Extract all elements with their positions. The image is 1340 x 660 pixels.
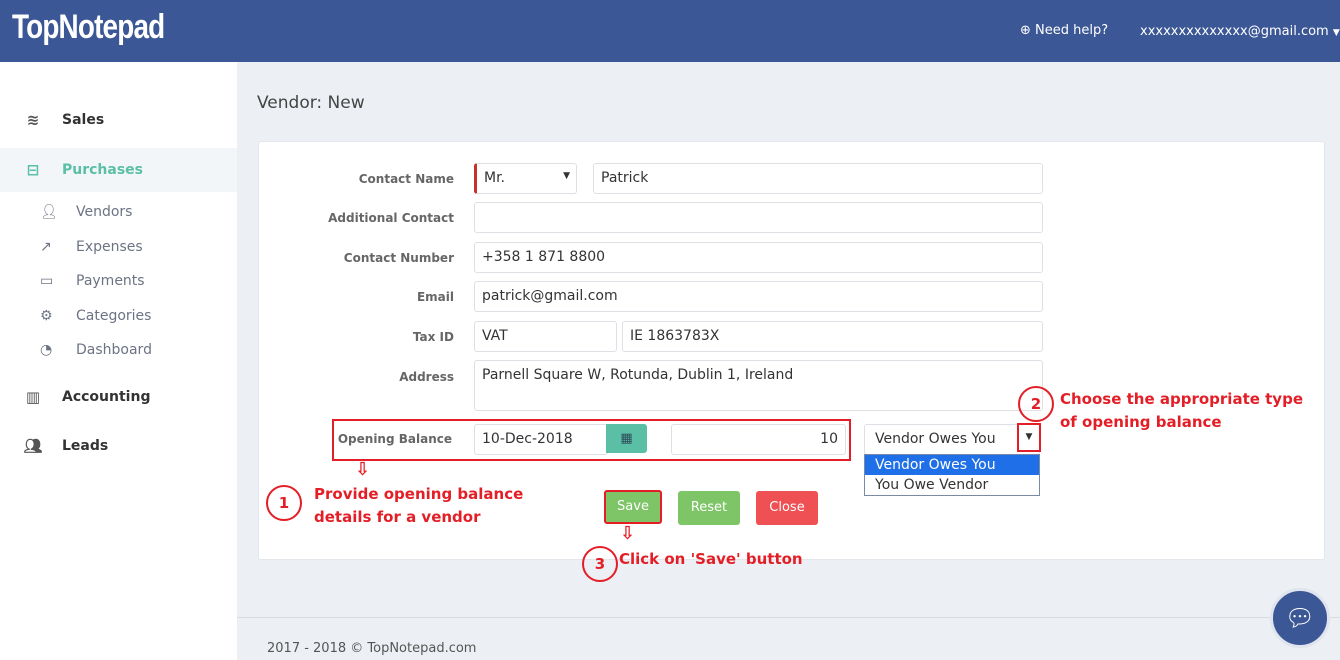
annotation-line: of opening balance [1060,413,1222,431]
nav-label: Expenses [76,239,143,255]
nav-label: Dashboard [76,342,152,358]
annotation-text-2: Choose the appropriate type of opening ba… [1060,388,1303,434]
annotation-text-3: Click on 'Save' button [619,550,803,568]
contact-name-input[interactable]: Patrick [593,163,1043,194]
user-icon: 👤︎ [40,204,58,220]
sidebar-item-purchases[interactable]: ⊟ Purchases [0,148,237,192]
option-you-owe-vendor[interactable]: You Owe Vendor [865,475,1039,495]
annotation-highlight-opening-balance [332,419,851,461]
minus-square-icon: ⊟ [26,161,40,179]
email-label: Email [416,290,454,304]
annotation-step-2: 2 [1018,386,1054,422]
bar-chart-icon: ▥ [25,388,41,406]
footer-copyright: 2017 - 2018 © TopNotepad.com [267,641,477,656]
layers-icon: ≋ [26,111,40,129]
tax-id-label: Tax ID [412,330,454,344]
arrow-down-icon: ⇩ [355,459,371,480]
users-icon: 👥︎ [23,437,43,455]
additional-contact-input[interactable] [474,202,1043,233]
gear-icon: ⚙ [40,308,53,324]
address-label: Address [399,370,454,384]
caret-down-icon[interactable]: ▼ [1017,423,1041,452]
nav-label: Payments [76,273,145,289]
share-icon: ↗ [40,239,52,255]
dashboard-icon: ◔ [40,342,53,358]
balance-type-value: Vendor Owes You [875,431,996,447]
option-vendor-owes-you[interactable]: Vendor Owes You [865,455,1039,475]
sidebar-item-dashboard[interactable]: ◔ Dashboard [40,342,152,358]
salutation-value: Mr. [484,170,505,186]
nav-label: Sales [62,112,105,128]
nav-label: Purchases [62,162,144,178]
email-input[interactable]: patrick@gmail.com [474,281,1043,312]
address-input[interactable]: Parnell Square W, Rotunda, Dublin 1, Ire… [474,360,1043,411]
caret-down-icon: ▼ [563,171,570,181]
save-button[interactable]: Save [604,490,662,524]
nav-label: Categories [76,308,152,324]
page-title: Vendor: New [257,93,365,113]
logo[interactable]: TopNotepad [12,8,165,47]
annotation-line: details for a vendor [314,508,481,526]
tax-type-input[interactable]: VAT [474,321,617,352]
balance-type-dropdown: Vendor Owes You You Owe Vendor [864,454,1040,496]
contact-name-label: Contact Name [358,172,454,186]
nav-label: Leads [62,438,109,454]
salutation-select[interactable]: Mr. ▼ [474,163,577,194]
footer-divider [237,617,1340,618]
sidebar-item-categories[interactable]: ⚙ Categories [40,308,151,324]
contact-number-label: Contact Number [343,251,454,265]
contact-number-input[interactable]: +358 1 871 8800 [474,242,1043,273]
annotation-text-1: Provide opening balance details for a ven… [314,483,523,529]
close-button[interactable]: Close [756,491,818,525]
reset-button[interactable]: Reset [678,491,740,525]
help-link[interactable]: ⊕ Need help? [1020,23,1108,38]
user-menu[interactable]: xxxxxxxxxxxxxx@gmail.com ▼ [1140,24,1340,39]
help-label: Need help? [1035,23,1109,38]
user-email: xxxxxxxxxxxxxx@gmail.com [1140,24,1329,39]
sidebar-item-accounting[interactable]: ▥ Accounting [0,375,237,419]
sidebar-item-leads[interactable]: 👥︎ Leads [0,424,237,468]
annotation-line: Provide opening balance [314,485,524,503]
nav-label: Vendors [76,204,133,220]
sidebar-item-payments[interactable]: ▭ Payments [40,273,145,289]
tax-id-input[interactable]: IE 1863783X [622,321,1043,352]
sidebar-item-vendors[interactable]: 👤︎ Vendors [40,204,132,220]
nav-label: Accounting [62,389,151,405]
annotation-line: Choose the appropriate type [1060,390,1303,408]
chat-icon[interactable]: 💬︎ [1270,588,1330,648]
top-header [0,0,1340,62]
sidebar: ≋ Sales ⊟ Purchases 👤︎ Vendors ↗ Expenses ▭ P… [0,62,237,660]
arrow-down-icon: ⇩ [620,523,636,544]
caret-down-icon: ▼ [1332,28,1340,38]
annotation-step-1: 1 [266,485,302,521]
lifebuoy-icon: ⊕ [1020,23,1031,38]
annotation-step-3: 3 [582,546,618,582]
credit-card-icon: ▭ [40,273,54,289]
balance-type-select[interactable]: Vendor Owes You [864,424,1040,455]
sidebar-item-expenses[interactable]: ↗ Expenses [40,239,143,255]
sidebar-item-sales[interactable]: ≋ Sales [0,98,237,142]
additional-contact-label: Additional Contact [328,211,454,225]
